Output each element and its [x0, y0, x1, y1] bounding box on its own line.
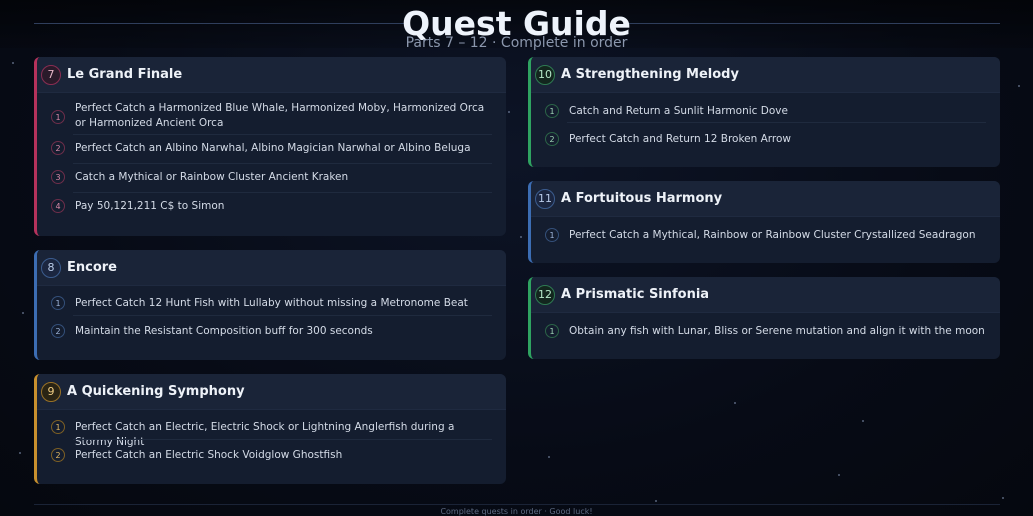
task-number: 1 [51, 296, 65, 310]
quest-header: 12 A Prismatic Sinfonia [531, 277, 1000, 313]
task-text: Obtain any fish with Lunar, Bliss or Ser… [569, 325, 985, 337]
task-item: 2 Perfect Catch an Albino Narwhal, Albin… [37, 134, 506, 163]
quest-title: Encore [67, 260, 118, 275]
task-text: Catch a Mythical or Rainbow Cluster Anci… [75, 171, 349, 183]
task-number: 1 [545, 104, 559, 118]
quest-card-10: 10 A Strengthening Melody 1 Catch and Re… [528, 57, 1000, 167]
task-item: 1 Perfect Catch 12 Hunt Fish with Lullab… [37, 286, 506, 315]
quest-title: A Fortuitous Harmony [561, 191, 723, 206]
task-text: Perfect Catch a Harmonized Blue Whale, H… [75, 102, 485, 129]
task-text: Perfect Catch an Electric Shock Voidglow… [75, 449, 343, 461]
task-item: 1 Perfect Catch a Harmonized Blue Whale,… [37, 93, 506, 134]
footer-text: Complete quests in order · Good luck! [440, 507, 593, 516]
task-item: 3 Catch a Mythical or Rainbow Cluster An… [37, 163, 506, 192]
task-item: 1 Obtain any fish with Lunar, Bliss or S… [531, 313, 1000, 342]
quest-title: A Strengthening Melody [561, 67, 739, 82]
quest-title: A Quickening Symphony [67, 384, 245, 399]
task-divider [73, 439, 492, 440]
quest-number-badge: 11 [535, 188, 555, 209]
quest-header: 10 A Strengthening Melody [531, 57, 1000, 93]
task-number: 2 [545, 132, 559, 146]
quest-card-9: 9 A Quickening Symphony 1 Perfect Catch … [34, 374, 506, 484]
quest-number-badge: 9 [41, 381, 61, 402]
quest-title: A Prismatic Sinfonia [561, 287, 710, 302]
task-number: 2 [51, 448, 65, 462]
task-divider [73, 134, 492, 135]
quest-number-badge: 7 [41, 64, 61, 85]
task-divider [73, 192, 492, 193]
header-bar: Quest Guide Parts 7 – 12 · Complete in o… [0, 0, 1033, 51]
task-divider [73, 163, 492, 164]
task-number: 2 [51, 324, 65, 338]
task-item: 1 Perfect Catch a Mythical, Rainbow or R… [531, 217, 1000, 246]
task-text: Catch and Return a Sunlit Harmonic Dove [569, 105, 788, 117]
quest-card-12: 12 A Prismatic Sinfonia 1 Obtain any fis… [528, 277, 1000, 359]
task-item: 2 Perfect Catch and Return 12 Broken Arr… [531, 122, 1000, 151]
task-number: 4 [51, 199, 65, 213]
page-subtitle: Parts 7 – 12 · Complete in order [405, 35, 628, 51]
task-divider [73, 315, 492, 316]
quest-number-badge: 12 [535, 284, 555, 305]
quest-card-11: 11 A Fortuitous Harmony 1 Perfect Catch … [528, 181, 1000, 263]
task-number: 1 [51, 420, 65, 434]
task-item: 2 Perfect Catch an Electric Shock Voidgl… [37, 439, 506, 468]
quest-header: 11 A Fortuitous Harmony [531, 181, 1000, 217]
task-text: Perfect Catch an Albino Narwhal, Albino … [75, 142, 471, 154]
task-number: 1 [545, 324, 559, 338]
task-divider [567, 122, 986, 123]
quest-number-badge: 8 [41, 257, 61, 278]
task-number: 3 [51, 170, 65, 184]
task-item: 4 Pay 50,121,211 C$ to Simon [37, 192, 506, 221]
task-item: 1 Perfect Catch an Electric, Electric Sh… [37, 410, 506, 448]
task-number: 1 [545, 228, 559, 242]
task-item: 1 Catch and Return a Sunlit Harmonic Dov… [531, 93, 1000, 122]
quest-card-8: 8 Encore 1 Perfect Catch 12 Hunt Fish wi… [34, 250, 506, 360]
quest-number-badge: 10 [535, 64, 555, 85]
quest-header: 7 Le Grand Finale [37, 57, 506, 93]
task-text: Maintain the Resistant Composition buff … [75, 325, 373, 337]
quest-header: 8 Encore [37, 250, 506, 286]
task-number: 1 [51, 110, 65, 124]
task-text: Perfect Catch and Return 12 Broken Arrow [569, 133, 792, 145]
quest-title: Le Grand Finale [67, 67, 183, 82]
task-item: 2 Maintain the Resistant Composition buf… [37, 315, 506, 344]
quest-card-7: 7 Le Grand Finale 1 Perfect Catch a Harm… [34, 57, 506, 236]
quest-header: 9 A Quickening Symphony [37, 374, 506, 410]
task-number: 2 [51, 141, 65, 155]
task-text: Pay 50,121,211 C$ to Simon [75, 200, 225, 212]
task-text: Perfect Catch a Mythical, Rainbow or Rai… [569, 229, 976, 241]
task-text: Perfect Catch 12 Hunt Fish with Lullaby … [75, 297, 468, 309]
footer-divider [34, 504, 1000, 505]
